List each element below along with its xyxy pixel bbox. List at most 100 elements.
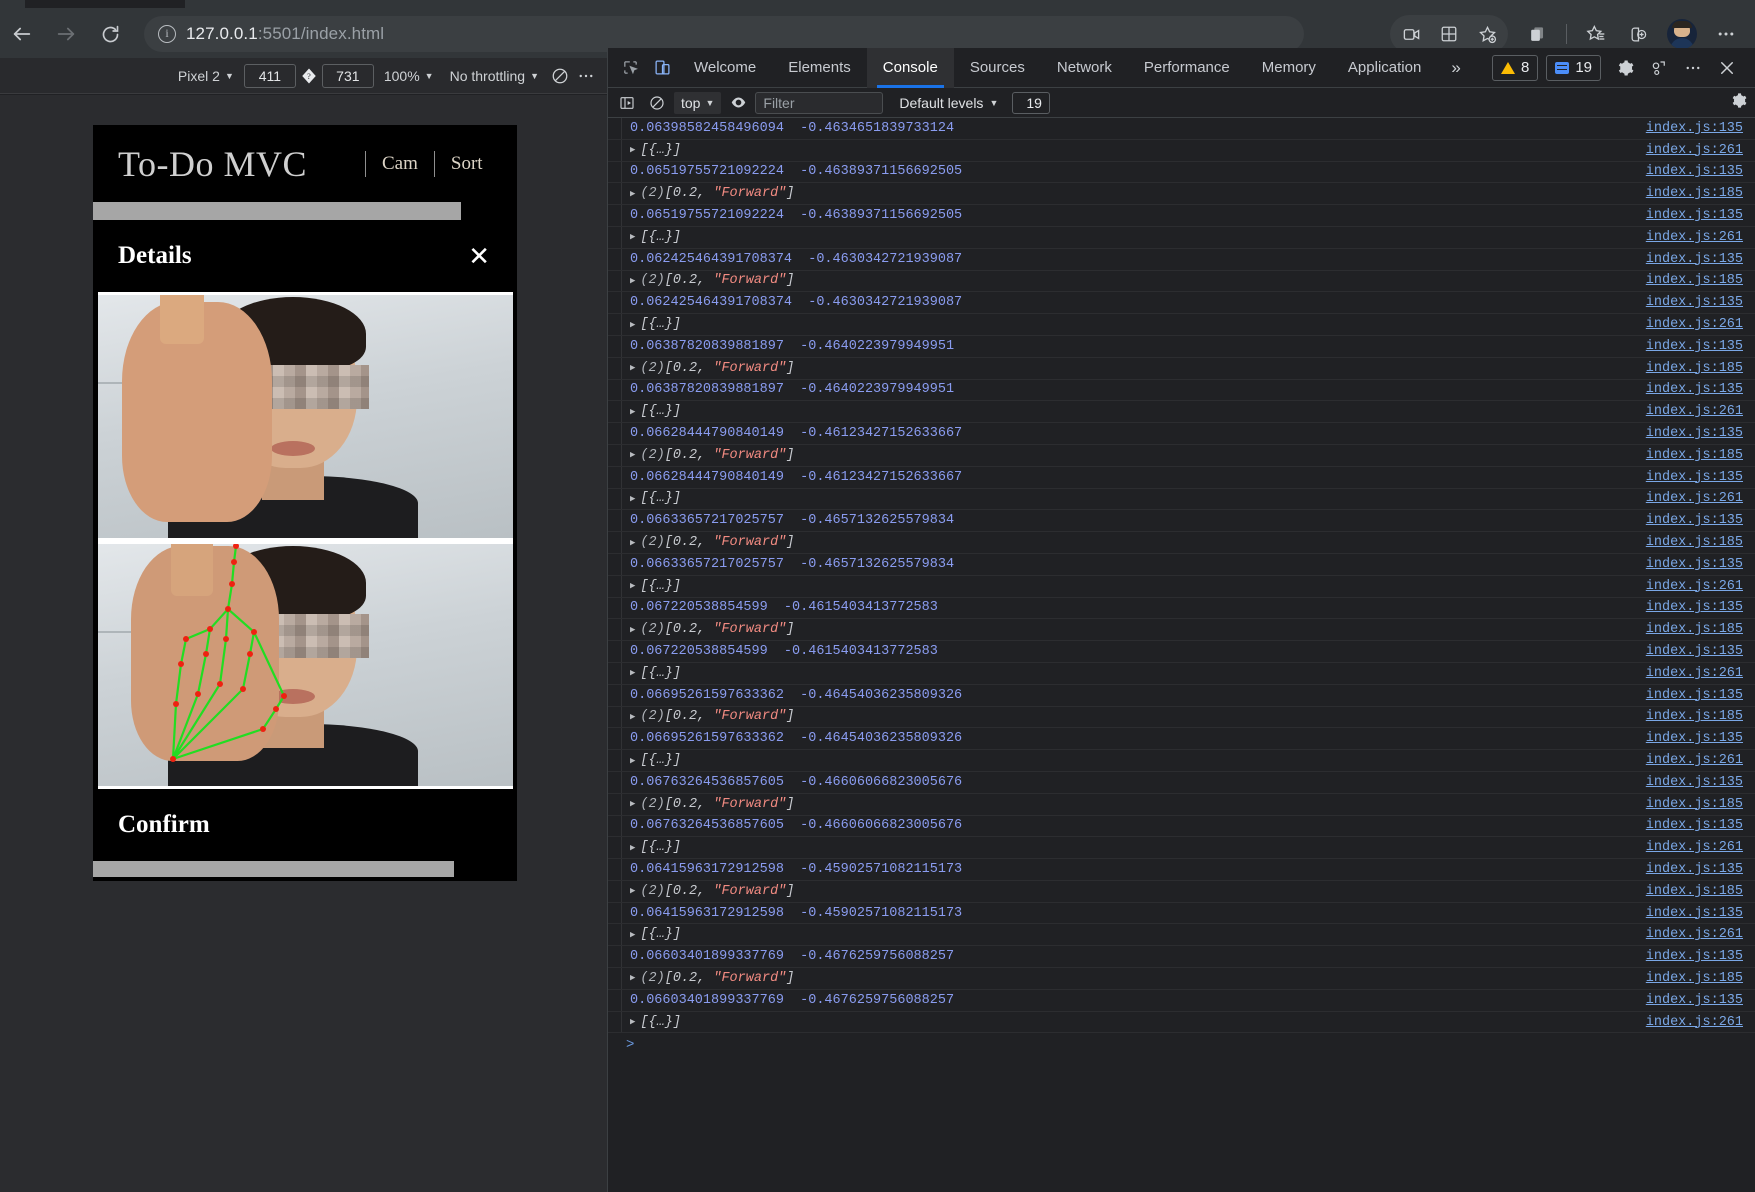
confirm-section[interactable]: Confirm (93, 789, 517, 861)
back-arrow-icon[interactable] (0, 12, 44, 56)
console-array-output[interactable]: [0.2, "Forward"] (665, 186, 795, 201)
viewport-height-input[interactable]: 731 (321, 63, 374, 88)
console-message-row[interactable]: 0.06695261597633362 -0.46454036235809326… (608, 728, 1755, 751)
source-link[interactable]: index.js:135 (1646, 295, 1743, 310)
console-array-output[interactable]: [0.2, "Forward"] (665, 361, 795, 376)
source-link[interactable]: index.js:135 (1646, 906, 1743, 921)
device-selector[interactable]: Pixel 2 ▼ (170, 63, 242, 89)
browser-tab-active[interactable] (25, 0, 185, 8)
expand-arrow-icon[interactable]: ▶ (630, 799, 635, 809)
source-link[interactable]: index.js:261 (1646, 840, 1743, 855)
source-link[interactable]: index.js:261 (1646, 927, 1743, 942)
console-object-output[interactable]: [{…}] (640, 491, 681, 506)
console-array-output[interactable]: [0.2, "Forward"] (665, 971, 795, 986)
source-link[interactable]: index.js:135 (1646, 208, 1743, 223)
source-link[interactable]: index.js:261 (1646, 1015, 1743, 1030)
close-icon[interactable] (1711, 53, 1743, 83)
console-message-row[interactable]: ▶ [{…}] index.js:261 (608, 837, 1755, 860)
site-info-icon[interactable]: i (158, 25, 176, 43)
source-link[interactable]: index.js:261 (1646, 491, 1743, 506)
console-message-row[interactable]: 0.06387820839881897 -0.4640223979949951 i… (608, 335, 1755, 358)
console-array-output[interactable]: [0.2, "Forward"] (665, 709, 795, 724)
console-message-row[interactable]: 0.06387820839881897 -0.4640223979949951 i… (608, 379, 1755, 402)
tab-memory[interactable]: Memory (1246, 48, 1332, 88)
source-link[interactable]: index.js:261 (1646, 579, 1743, 594)
tab-welcome[interactable]: Welcome (678, 48, 772, 88)
source-link[interactable]: index.js:135 (1646, 600, 1743, 615)
reload-icon[interactable] (88, 12, 132, 56)
console-array-output[interactable]: [0.2, "Forward"] (665, 797, 795, 812)
console-message-row[interactable]: 0.067220538854599 -0.4615403413772583 ind… (608, 597, 1755, 620)
console-message-row[interactable]: ▶ [{…}] index.js:261 (608, 139, 1755, 162)
expand-arrow-icon[interactable]: ▶ (630, 232, 635, 242)
horizontal-scrollbar-top[interactable] (93, 202, 517, 220)
console-message-row[interactable]: 0.067220538854599 -0.4615403413772583 ind… (608, 641, 1755, 663)
dock-side-icon[interactable] (1643, 53, 1675, 83)
viewport-width-input[interactable]: 411 (243, 63, 296, 88)
source-link[interactable]: index.js:135 (1646, 862, 1743, 877)
clear-console-icon[interactable] (644, 91, 670, 115)
source-link[interactable]: index.js:261 (1646, 143, 1743, 158)
source-link[interactable]: index.js:185 (1646, 361, 1743, 376)
tab-elements[interactable]: Elements (772, 48, 867, 88)
source-link[interactable]: index.js:135 (1646, 775, 1743, 790)
console-array-output[interactable]: [0.2, "Forward"] (665, 535, 795, 550)
console-message-row[interactable]: ▶ (2) [0.2, "Forward"] index.js:185 (608, 706, 1755, 729)
console-object-output[interactable]: [{…}] (640, 404, 681, 419)
source-link[interactable]: index.js:135 (1646, 688, 1743, 703)
expand-arrow-icon[interactable]: ▶ (630, 625, 635, 635)
console-message-row[interactable]: ▶ [{…}] index.js:261 (608, 662, 1755, 685)
execution-context-selector[interactable]: top ▼ (674, 91, 722, 114)
console-message-row[interactable]: ▶ [{…}] index.js:261 (608, 924, 1755, 947)
source-link[interactable]: index.js:135 (1646, 644, 1743, 659)
nav-link-cam[interactable]: Cam (366, 153, 434, 175)
source-link[interactable]: index.js:185 (1646, 971, 1743, 986)
source-link[interactable]: index.js:185 (1646, 797, 1743, 812)
console-message-row[interactable]: ▶ (2) [0.2, "Forward"] index.js:185 (608, 793, 1755, 816)
console-message-row[interactable]: ▶ (2) [0.2, "Forward"] index.js:185 (608, 270, 1755, 293)
console-message-row[interactable]: 0.06628444790840149 -0.46123427152633667… (608, 466, 1755, 489)
expand-arrow-icon[interactable]: ▶ (630, 712, 635, 722)
console-message-row[interactable]: ▶ [{…}] index.js:261 (608, 401, 1755, 424)
gear-icon[interactable] (1609, 53, 1641, 83)
console-message-row[interactable]: 0.06603401899337769 -0.4676259756088257 i… (608, 989, 1755, 1012)
tab-network[interactable]: Network (1041, 48, 1128, 88)
expand-arrow-icon[interactable]: ▶ (630, 450, 635, 460)
expand-arrow-icon[interactable]: ▶ (630, 363, 635, 373)
expand-arrow-icon[interactable]: ▶ (630, 320, 635, 330)
more-tabs-icon[interactable]: » (1437, 58, 1474, 78)
source-link[interactable]: index.js:135 (1646, 382, 1743, 397)
source-link[interactable]: index.js:185 (1646, 186, 1743, 201)
source-link[interactable]: index.js:135 (1646, 252, 1743, 267)
expand-arrow-icon[interactable]: ▶ (630, 1017, 635, 1027)
expand-arrow-icon[interactable]: ▶ (630, 756, 635, 766)
source-link[interactable]: index.js:261 (1646, 317, 1743, 332)
console-message-row[interactable]: 0.06398582458496094 -0.4634651839733124 i… (608, 118, 1755, 140)
console-message-row[interactable]: ▶ [{…}] index.js:261 (608, 314, 1755, 336)
console-object-output[interactable]: [{…}] (640, 143, 681, 158)
console-message-row[interactable]: ▶ (2) [0.2, "Forward"] index.js:185 (608, 444, 1755, 467)
console-message-row[interactable]: 0.06415963172912598 -0.45902571082115173… (608, 902, 1755, 925)
expand-arrow-icon[interactable]: ▶ (630, 973, 635, 983)
console-object-output[interactable]: [{…}] (640, 1015, 681, 1030)
console-message-list[interactable]: 0.06398582458496094 -0.4634651839733124 i… (608, 118, 1755, 1192)
expand-arrow-icon[interactable]: ▶ (630, 145, 635, 155)
console-message-row[interactable]: ▶ (2) [0.2, "Forward"] index.js:185 (608, 619, 1755, 642)
console-message-row[interactable]: 0.06519755721092224 -0.46389371156692505… (608, 205, 1755, 227)
source-link[interactable]: index.js:261 (1646, 404, 1743, 419)
source-link[interactable]: index.js:185 (1646, 709, 1743, 724)
console-object-output[interactable]: [{…}] (640, 579, 681, 594)
console-object-output[interactable]: [{…}] (640, 317, 681, 332)
live-expression-icon[interactable] (725, 91, 751, 115)
expand-arrow-icon[interactable]: ▶ (630, 843, 635, 853)
console-message-row[interactable]: 0.06628444790840149 -0.46123427152633667… (608, 423, 1755, 445)
console-prompt[interactable]: > (608, 1033, 1755, 1057)
browser-tab-inactive[interactable] (200, 0, 560, 8)
close-icon[interactable]: ✕ (468, 243, 490, 269)
console-object-output[interactable]: [{…}] (640, 927, 681, 942)
source-link[interactable]: index.js:135 (1646, 470, 1743, 485)
source-link[interactable]: index.js:185 (1646, 884, 1743, 899)
console-message-row[interactable]: ▶ (2) [0.2, "Forward"] index.js:185 (608, 357, 1755, 380)
swap-dimensions-icon[interactable]: ? (298, 65, 320, 87)
console-message-row[interactable]: ▶ [{…}] index.js:261 (608, 1011, 1755, 1034)
